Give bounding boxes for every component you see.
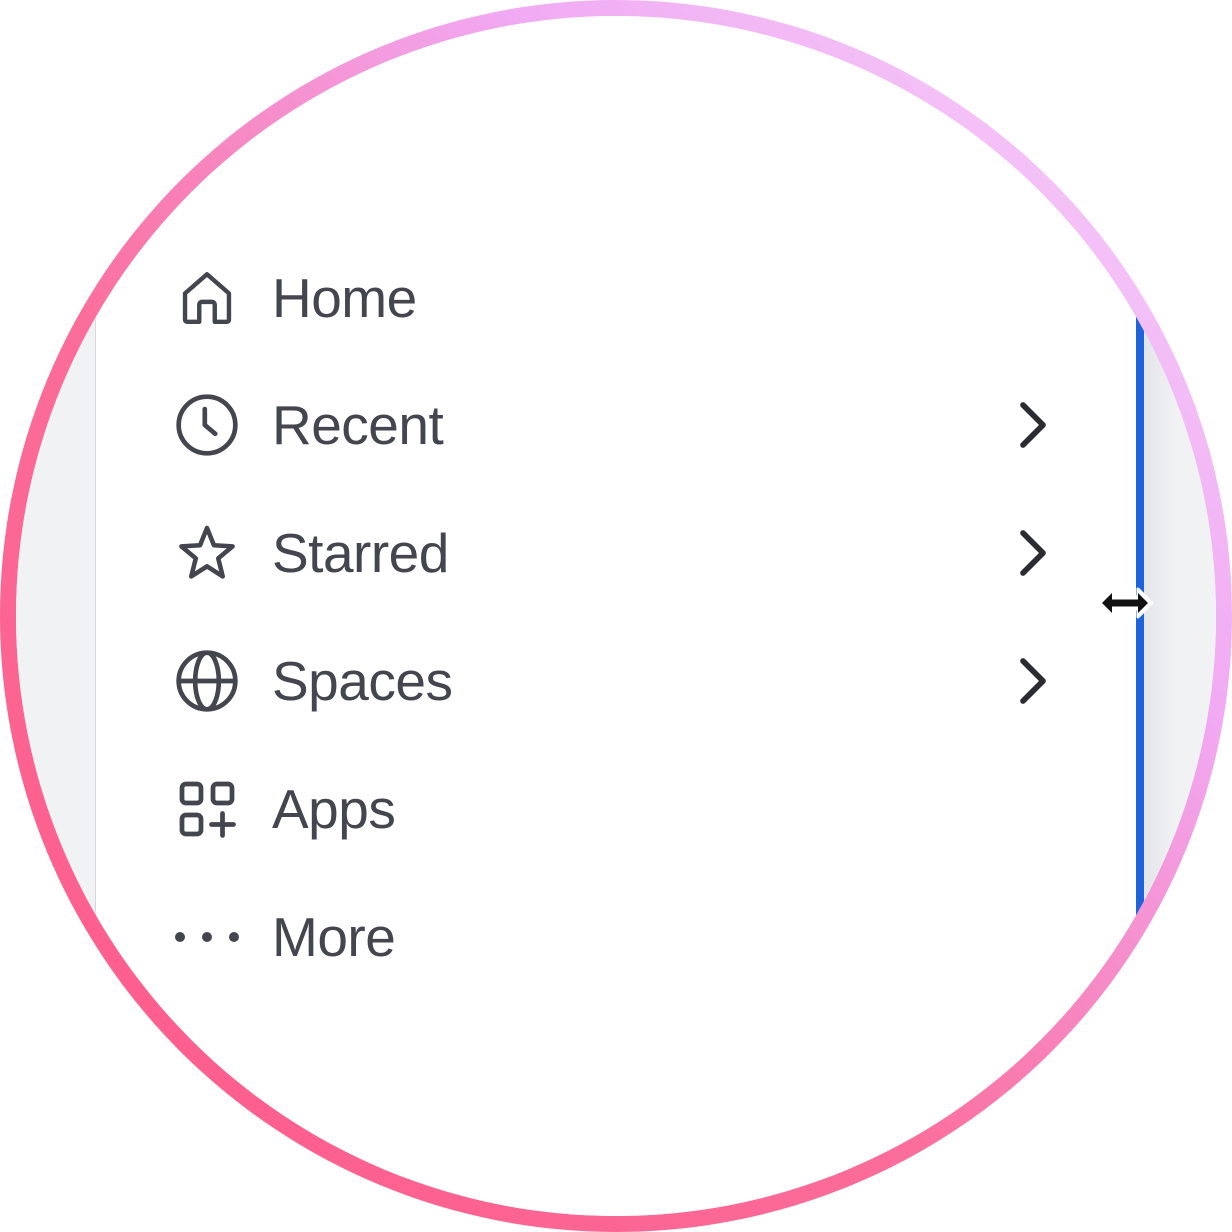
sidebar-panel [96,16,1136,1216]
sidebar-item-label: Spaces [272,650,453,712]
clock-icon [174,392,240,458]
more-dots-icon [174,904,240,970]
chevron-right-icon[interactable] [1016,656,1050,706]
sidebar-item-more[interactable]: More [96,882,1096,992]
sidebar-item-home[interactable]: Home [96,243,1096,353]
sidebar-item-label: More [272,906,396,968]
sidebar-item-apps[interactable]: Apps [96,754,1096,864]
home-icon [174,265,240,331]
horizontal-resize-cursor-icon [1096,587,1154,619]
magnifier-lens: Home Recent Starred Spaces Apps More [16,16,1216,1216]
sidebar-item-label: Home [272,267,417,329]
sidebar-item-recent[interactable]: Recent [96,370,1096,480]
sidebar-item-starred[interactable]: Starred [96,498,1096,608]
star-icon [174,520,240,586]
page-background-right [1144,16,1216,1216]
sidebar-item-label: Recent [272,394,444,456]
apps-grid-plus-icon [174,776,240,842]
chevron-right-icon[interactable] [1016,528,1050,578]
chevron-right-icon[interactable] [1016,400,1050,450]
sidebar-item-label: Starred [272,522,449,584]
globe-icon [174,648,240,714]
sidebar-item-label: Apps [272,778,396,840]
sidebar-item-spaces[interactable]: Spaces [96,626,1096,736]
page-background-left [16,16,96,1216]
magnified-view: Home Recent Starred Spaces Apps More [0,0,1232,1232]
